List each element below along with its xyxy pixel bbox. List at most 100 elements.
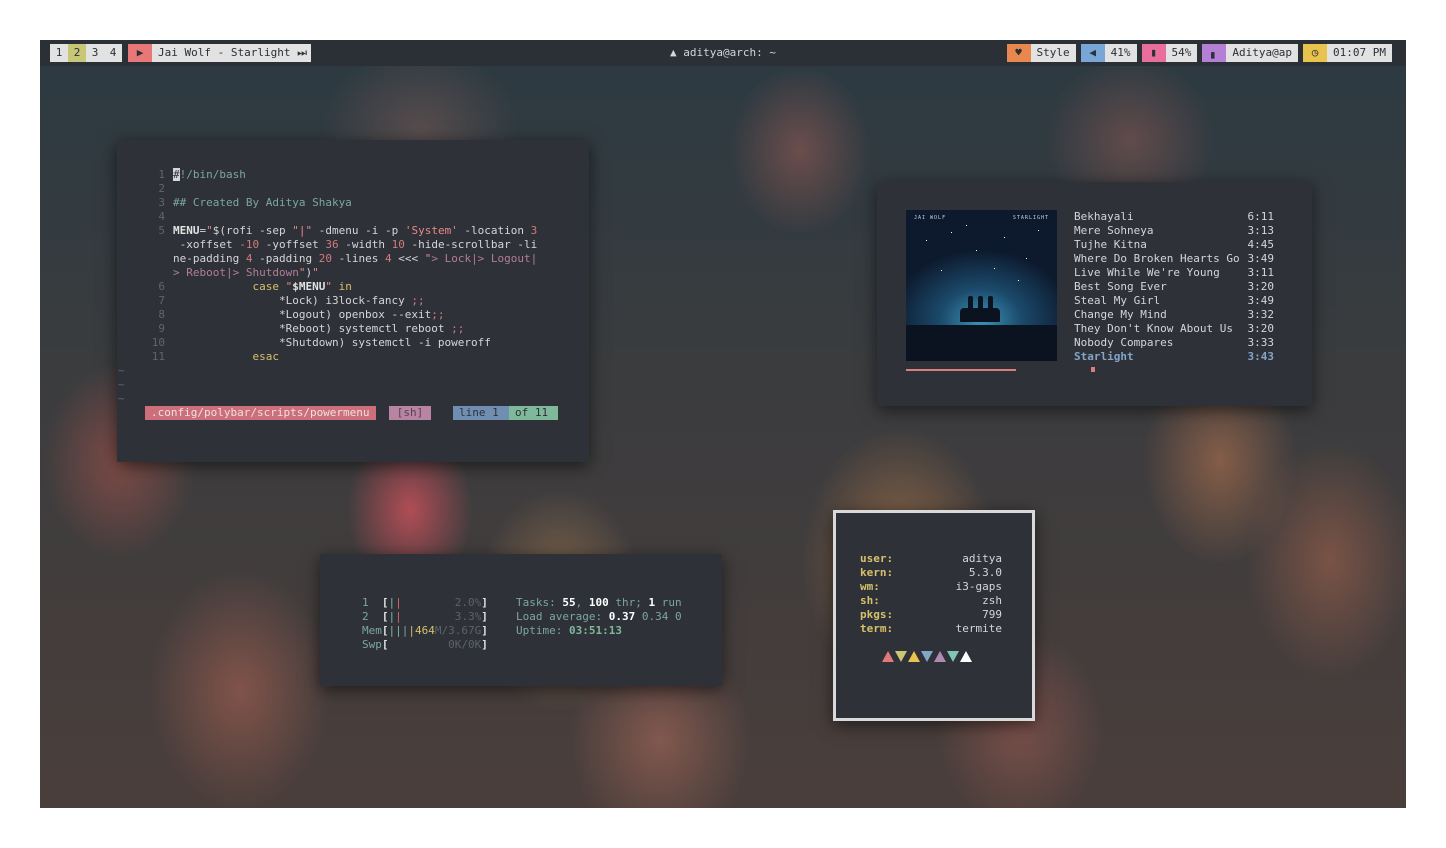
status-modules: ♥ Style ◀ 41% ▮ 54% ▖ Aditya@ap ◷ 01:07 … <box>1006 44 1392 62</box>
style-module[interactable]: ♥ Style <box>1006 44 1076 62</box>
desktop: 1 2 3 4 ▶ Jai Wolf - Starlight ⏭ ▲ adity… <box>40 40 1406 808</box>
track-duration: 3:49 <box>1247 294 1275 307</box>
track-title: Live While We're Young <box>1074 266 1220 279</box>
network-module[interactable]: ▖ Aditya@ap <box>1202 44 1299 62</box>
workspace-switcher: 1 2 3 4 <box>50 44 122 62</box>
workspace-3[interactable]: 3 <box>86 44 104 62</box>
track-title: Mere Sohneya <box>1074 224 1154 237</box>
info-key: term: <box>860 622 894 635</box>
htop-window[interactable]: 1 [|| 2.0%] 2 [|| 3.3%] Mem[||||464M/3.6… <box>320 554 722 686</box>
playlist-track[interactable]: Where Do Broken Hearts Go 3:49 <box>1074 252 1274 266</box>
music-player-window[interactable]: JAI WOLF STARLIGHT Bekhayali 6:11 Mere Soh… <box>877 182 1312 406</box>
status-file-path: .config/polybar/scripts/powermenu <box>145 406 376 420</box>
track-duration: 6:11 <box>1247 210 1275 223</box>
code-line: 1 #!/bin/bash <box>158 168 246 181</box>
polybar: 1 2 3 4 ▶ Jai Wolf - Starlight ⏭ ▲ adity… <box>40 40 1406 66</box>
code-line: 3 ## Created By Aditya Shakya <box>158 196 352 209</box>
playlist-track[interactable]: Change My Mind 3:32 <box>1074 308 1274 322</box>
info-value: i3-gaps <box>955 580 1002 593</box>
status-line-total: of 11 <box>509 406 558 420</box>
info-value: 799 <box>982 608 1002 621</box>
info-value: zsh <box>982 594 1002 607</box>
workspace-2[interactable]: 2 <box>68 44 86 62</box>
battery-text: 54% <box>1165 44 1198 62</box>
track-title: Tujhe Kitna <box>1074 238 1147 251</box>
info-value: aditya <box>962 552 1002 565</box>
status-line-number: line 1 <box>453 406 509 420</box>
album-cover: JAI WOLF STARLIGHT <box>906 210 1057 361</box>
playlist-track[interactable]: Starlight 3:43 <box>1074 350 1274 364</box>
fetch-window[interactable]: user: aditya kern: 5.3.0 wm: i3-gaps sh: zsh pkg… <box>833 510 1035 721</box>
clock-icon: ◷ <box>1303 44 1328 62</box>
progress-bar[interactable] <box>906 369 1016 371</box>
editor-buffer[interactable]: 1 #!/bin/bash 2 3 ## Created By Aditya Sha… <box>118 168 538 406</box>
track-title: Steal My Girl <box>1074 294 1161 307</box>
playlist-track[interactable]: Steal My Girl 3:49 <box>1074 294 1274 308</box>
info-row: wm: i3-gaps <box>860 580 1002 594</box>
track-title: They Don't Know About Us <box>1074 322 1233 335</box>
battery-module[interactable]: ▮ 54% <box>1141 44 1198 62</box>
progress-knob[interactable] <box>1091 367 1095 372</box>
mem-meter: Mem[||||464M/3.67G] <box>362 624 488 637</box>
track-duration: 3:43 <box>1247 350 1275 363</box>
cover-artist-text: JAI WOLF <box>914 215 947 221</box>
playlist: Bekhayali 6:11 Mere Sohneya 3:13 Tujhe Kitna… <box>1074 210 1274 364</box>
code-line: 8 *Logout) openbox --exit;; <box>158 308 445 321</box>
track-title: Starlight <box>1074 350 1134 363</box>
info-key: sh: <box>860 594 880 607</box>
track-duration: 3:32 <box>1247 308 1275 321</box>
code-line: ne-padding 4 -padding 20 -lines 4 <<< ">… <box>173 252 538 265</box>
info-key: pkgs: <box>860 608 894 621</box>
track-duration: 3:20 <box>1247 322 1275 335</box>
code-line: 4 <box>158 210 165 223</box>
htop-summary: Tasks: 55, 100 thr; 1 run Load average: … <box>516 596 682 638</box>
playlist-track[interactable]: Mere Sohneya 3:13 <box>1074 224 1274 238</box>
editor-window[interactable]: 1 #!/bin/bash 2 3 ## Created By Aditya Sha… <box>117 140 589 462</box>
palette-triangle <box>895 651 907 662</box>
tilde-line: ~ <box>118 378 125 391</box>
track-duration: 3:20 <box>1247 280 1275 293</box>
playlist-track[interactable]: Nobody Compares 3:33 <box>1074 336 1274 350</box>
playlist-track[interactable]: Tujhe Kitna 4:45 <box>1074 238 1274 252</box>
editor-statusline: .config/polybar/scripts/powermenu [sh] l… <box>145 406 558 420</box>
network-text: Aditya@ap <box>1226 44 1299 62</box>
info-key: kern: <box>860 566 894 579</box>
tasks-line: Tasks: 55, 100 thr; 1 run <box>516 596 682 609</box>
track-duration: 3:11 <box>1247 266 1275 279</box>
volume-module[interactable]: ◀ 41% <box>1080 44 1137 62</box>
code-line: 10 *Shutdown) systemctl -i poweroff <box>151 336 491 349</box>
playlist-track[interactable]: Best Song Ever 3:20 <box>1074 280 1274 294</box>
music-module[interactable]: ▶ Jai Wolf - Starlight ⏭ <box>128 44 311 62</box>
play-icon[interactable]: ▶ <box>128 44 152 62</box>
htop-meters: 1 [|| 2.0%] 2 [|| 3.3%] Mem[||||464M/3.6… <box>362 596 488 652</box>
code-line: -xoffset -10 -yoffset 36 -width 10 -hide… <box>173 238 538 251</box>
color-palette <box>882 651 972 662</box>
track-title: Where Do Broken Hearts Go <box>1074 252 1240 265</box>
info-value: 5.3.0 <box>968 566 1002 579</box>
cpu2-meter: 2 [|| 3.3%] <box>362 610 488 623</box>
workspace-1[interactable]: 1 <box>50 44 68 62</box>
cpu1-meter: 1 [|| 2.0%] <box>362 596 488 609</box>
arch-icon: ▲ <box>670 46 677 59</box>
track-title: Bekhayali <box>1074 210 1134 223</box>
palette-triangle <box>934 651 946 662</box>
playlist-track[interactable]: Bekhayali 6:11 <box>1074 210 1274 224</box>
info-row: term: termite <box>860 622 1002 636</box>
swap-meter: Swp[ 0K/0K] <box>362 638 488 651</box>
info-key: user: <box>860 552 894 565</box>
code-line: 5 MENU="$(rofi -sep "|" -dmenu -i -p 'Sys… <box>158 224 538 237</box>
workspace-4[interactable]: 4 <box>104 44 122 62</box>
code-line: 11 esac <box>151 350 279 363</box>
volume-text: 41% <box>1104 44 1137 62</box>
uptime-line: Uptime: 03:51:13 <box>516 624 622 637</box>
clock-module[interactable]: ◷ 01:07 PM <box>1303 44 1392 62</box>
now-playing-text: Jai Wolf - Starlight ⏭ <box>152 44 311 62</box>
playlist-track[interactable]: They Don't Know About Us 3:20 <box>1074 322 1274 336</box>
track-title: Nobody Compares <box>1074 336 1174 349</box>
status-filetype: [sh] <box>389 406 431 420</box>
skip-next-icon[interactable]: ⏭ <box>297 46 307 59</box>
playlist-track[interactable]: Live While We're Young 3:11 <box>1074 266 1274 280</box>
code-line: 7 *Lock) i3lock-fancy ;; <box>158 294 425 307</box>
tilde-line: ~ <box>118 392 125 405</box>
info-row: pkgs: 799 <box>860 608 1002 622</box>
